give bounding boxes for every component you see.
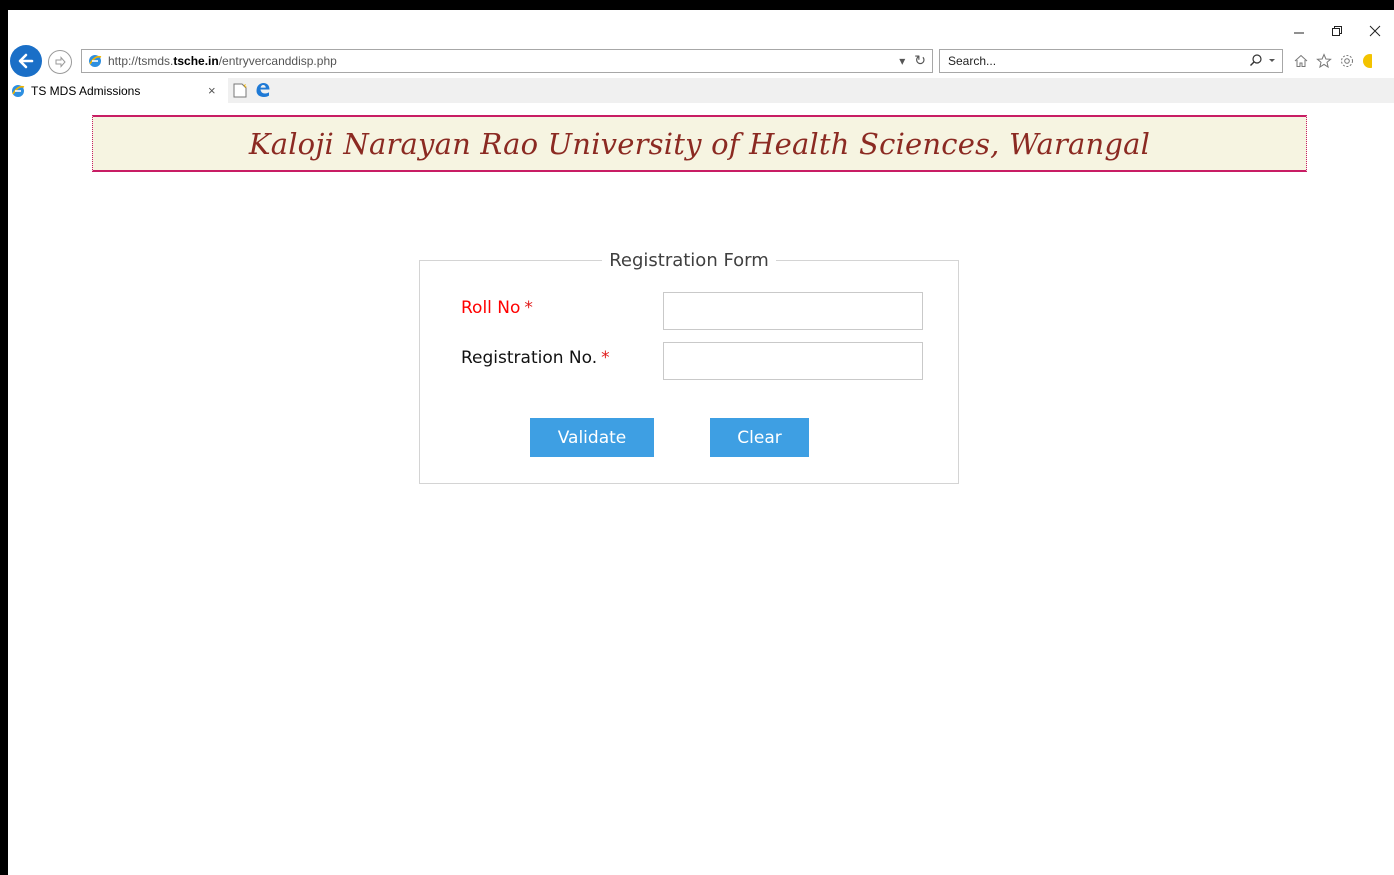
new-tab-icon[interactable] xyxy=(232,82,248,99)
clear-button[interactable]: Clear xyxy=(710,418,809,457)
search-input[interactable] xyxy=(940,54,1220,68)
required-star: * xyxy=(524,298,533,318)
registration-no-row: Registration No. * xyxy=(461,342,931,380)
validate-button[interactable]: Validate xyxy=(530,418,654,457)
roll-no-label: Roll No * xyxy=(461,298,533,318)
back-button[interactable] xyxy=(10,45,42,77)
required-star: * xyxy=(601,348,610,368)
close-window-button[interactable] xyxy=(1356,18,1394,44)
tab-close-button[interactable]: × xyxy=(208,83,216,98)
window-controls xyxy=(1280,18,1394,44)
browser-toolbar xyxy=(1293,49,1372,73)
registration-no-input[interactable] xyxy=(663,342,923,380)
tab-row: TS MDS Admissions × xyxy=(8,78,1394,103)
back-arrow-icon xyxy=(18,53,34,69)
smiley-icon[interactable] xyxy=(1362,53,1372,69)
edge-icon[interactable] xyxy=(254,81,272,99)
form-legend-text: Registration Form xyxy=(602,250,776,271)
forward-arrow-icon xyxy=(55,56,66,68)
browser-window: http://tsmds.tsche.in/entryvercanddisp.p… xyxy=(8,10,1394,875)
roll-no-row: Roll No * xyxy=(461,292,931,330)
search-dropdown-icon[interactable] xyxy=(1268,53,1276,67)
close-icon xyxy=(1369,25,1381,37)
search-icon[interactable] xyxy=(1249,53,1263,67)
home-icon[interactable] xyxy=(1293,53,1309,69)
address-bar[interactable]: http://tsmds.tsche.in/entryvercanddisp.p… xyxy=(81,49,933,73)
search-tools xyxy=(1249,53,1276,67)
url-text[interactable]: http://tsmds.tsche.in/entryvercanddisp.p… xyxy=(108,54,337,68)
ie-logo-icon xyxy=(89,55,102,67)
search-bar xyxy=(939,49,1283,73)
minimize-button[interactable] xyxy=(1280,18,1318,44)
tab-title: TS MDS Admissions xyxy=(31,83,141,98)
gear-icon[interactable] xyxy=(1339,53,1355,69)
form-legend: Registration Form xyxy=(420,250,958,271)
favorites-star-icon[interactable] xyxy=(1316,53,1332,69)
ie-logo-icon xyxy=(12,84,25,97)
address-tools: ▾ ↻ xyxy=(899,52,926,69)
browser-chrome: http://tsmds.tsche.in/entryvercanddisp.p… xyxy=(8,10,1394,103)
registration-form: Registration Form Roll No * Registration … xyxy=(419,250,959,484)
university-banner: Kaloji Narayan Rao University of Health … xyxy=(92,115,1307,172)
banner-title: Kaloji Narayan Rao University of Health … xyxy=(248,126,1151,161)
page-content: Kaloji Narayan Rao University of Health … xyxy=(8,103,1394,875)
forward-button[interactable] xyxy=(48,50,72,74)
refresh-button[interactable]: ↻ xyxy=(914,52,926,69)
roll-no-input[interactable] xyxy=(663,292,923,330)
address-dropdown-button[interactable]: ▾ xyxy=(899,54,905,68)
minimize-icon xyxy=(1294,32,1304,34)
restore-icon xyxy=(1332,26,1342,36)
restore-button[interactable] xyxy=(1318,18,1356,44)
registration-no-label: Registration No. * xyxy=(461,348,610,368)
tab-active[interactable]: TS MDS Admissions × xyxy=(8,78,228,103)
